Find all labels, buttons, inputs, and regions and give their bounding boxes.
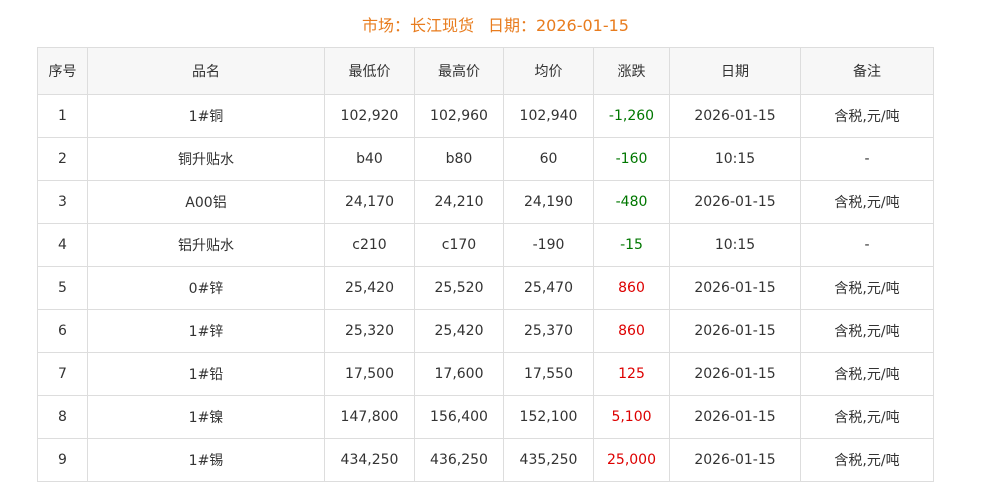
column-header-date: 日期	[669, 47, 801, 95]
cell-note: 含税,元/吨	[800, 266, 934, 310]
column-header-low: 最低价	[324, 47, 415, 95]
cell-change: 860	[593, 266, 670, 310]
cell-low: 25,320	[324, 309, 415, 353]
cell-avg: 24,190	[503, 180, 594, 224]
cell-high: 436,250	[414, 438, 504, 482]
cell-high: 25,520	[414, 266, 504, 310]
column-header-high: 最高价	[414, 47, 504, 95]
cell-name: 0#锌	[87, 266, 325, 310]
cell-high: 17,600	[414, 352, 504, 396]
cell-avg: 17,550	[503, 352, 594, 396]
cell-avg: 435,250	[503, 438, 594, 482]
cell-low: 17,500	[324, 352, 415, 396]
cell-note: -	[800, 223, 934, 267]
table-row: 2 铜升贴水 b40 b80 60 -160 10:15-	[37, 137, 934, 181]
cell-low: b40	[324, 137, 415, 181]
cell-avg: 102,940	[503, 94, 594, 138]
table-row: 1 1#铜 102,920 102,960 102,940 -1,260 2026-01-1…	[37, 94, 934, 138]
cell-high: 25,420	[414, 309, 504, 353]
cell-avg: 152,100	[503, 395, 594, 439]
cell-low: 147,800	[324, 395, 415, 439]
cell-date: 2026-01-15	[669, 266, 801, 310]
cell-high: 24,210	[414, 180, 504, 224]
column-header-no: 序号	[37, 47, 88, 95]
cell-high: c170	[414, 223, 504, 267]
cell-note: 含税,元/吨	[800, 438, 934, 482]
cell-no: 1	[37, 94, 88, 138]
table-row: 4 铝升贴水 c210 c170 -190 -15 10:15-	[37, 223, 934, 267]
cell-change: -1,260	[593, 94, 670, 138]
cell-name: 1#锡	[87, 438, 325, 482]
cell-name: 1#镍	[87, 395, 325, 439]
cell-name: 1#锌	[87, 309, 325, 353]
cell-no: 5	[37, 266, 88, 310]
cell-no: 3	[37, 180, 88, 224]
cell-note: 含税,元/吨	[800, 309, 934, 353]
cell-avg: 25,370	[503, 309, 594, 353]
cell-no: 7	[37, 352, 88, 396]
table-row: 7 1#铅 17,500 17,600 17,550 125 2026-01-15 含税,元/…	[37, 352, 934, 396]
cell-high: b80	[414, 137, 504, 181]
cell-date: 10:15	[669, 137, 801, 181]
cell-note: 含税,元/吨	[800, 94, 934, 138]
cell-no: 6	[37, 309, 88, 353]
column-header-name: 品名	[87, 47, 325, 95]
cell-note: 含税,元/吨	[800, 395, 934, 439]
cell-name: A00铝	[87, 180, 325, 224]
cell-low: 25,420	[324, 266, 415, 310]
table-row: 5 0#锌 25,420 25,520 25,470 860 2026-01-15 含税,元/…	[37, 266, 934, 310]
cell-change: -15	[593, 223, 670, 267]
table-row: 8 1#镍 147,800 156,400 152,100 5,100 2026-01-15…	[37, 395, 934, 439]
cell-high: 102,960	[414, 94, 504, 138]
cell-change: 860	[593, 309, 670, 353]
cell-no: 8	[37, 395, 88, 439]
cell-low: 102,920	[324, 94, 415, 138]
cell-low: 24,170	[324, 180, 415, 224]
table-header-row: 序号 品名 最低价 最高价 均价 涨跌 日期 备注	[37, 47, 934, 95]
cell-note: -	[800, 137, 934, 181]
cell-change: 5,100	[593, 395, 670, 439]
cell-low: c210	[324, 223, 415, 267]
page-title: 市场：长江现货 日期：2026-01-15	[0, 14, 991, 38]
cell-name: 1#铅	[87, 352, 325, 396]
cell-date: 2026-01-15	[669, 180, 801, 224]
table-row: 3 A00铝 24,170 24,210 24,190 -480 2026-01-15 含税,…	[37, 180, 934, 224]
price-table: 序号 品名 最低价 最高价 均价 涨跌 日期 备注 1 1#铜 102,920 102…	[37, 47, 934, 482]
cell-change: -160	[593, 137, 670, 181]
cell-date: 10:15	[669, 223, 801, 267]
cell-date: 2026-01-15	[669, 395, 801, 439]
cell-avg: 60	[503, 137, 594, 181]
market-label: 市场：长江现货	[361, 16, 474, 35]
cell-name: 铝升贴水	[87, 223, 325, 267]
column-header-note: 备注	[800, 47, 934, 95]
date-label: 日期：2026-01-15	[488, 16, 629, 35]
cell-no: 2	[37, 137, 88, 181]
cell-date: 2026-01-15	[669, 94, 801, 138]
cell-avg: -190	[503, 223, 594, 267]
cell-name: 1#铜	[87, 94, 325, 138]
cell-avg: 25,470	[503, 266, 594, 310]
table-row: 6 1#锌 25,320 25,420 25,370 860 2026-01-15 含税,元/…	[37, 309, 934, 353]
cell-name: 铜升贴水	[87, 137, 325, 181]
cell-date: 2026-01-15	[669, 438, 801, 482]
cell-no: 4	[37, 223, 88, 267]
cell-note: 含税,元/吨	[800, 352, 934, 396]
column-header-avg: 均价	[503, 47, 594, 95]
cell-no: 9	[37, 438, 88, 482]
cell-change: 125	[593, 352, 670, 396]
column-header-change: 涨跌	[593, 47, 670, 95]
cell-change: -480	[593, 180, 670, 224]
cell-low: 434,250	[324, 438, 415, 482]
cell-date: 2026-01-15	[669, 309, 801, 353]
cell-date: 2026-01-15	[669, 352, 801, 396]
cell-change: 25,000	[593, 438, 670, 482]
cell-note: 含税,元/吨	[800, 180, 934, 224]
cell-high: 156,400	[414, 395, 504, 439]
table-row: 9 1#锡 434,250 436,250 435,250 25,000 2026-01-1…	[37, 438, 934, 482]
